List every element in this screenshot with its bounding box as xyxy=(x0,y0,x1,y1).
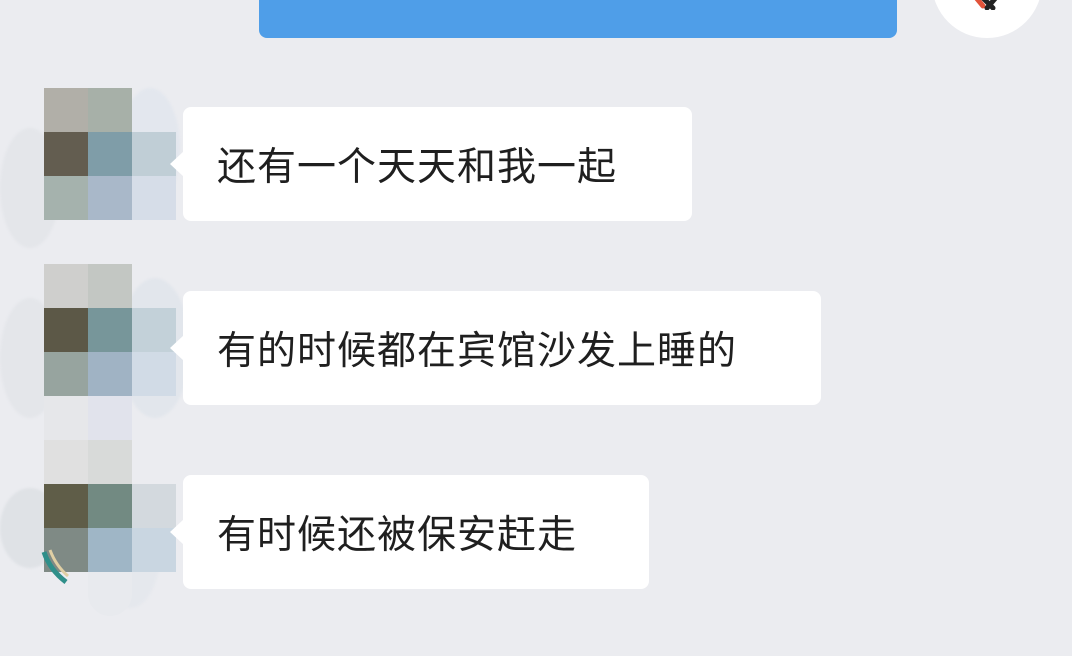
mosaic-tile xyxy=(88,176,132,220)
mosaic-tile xyxy=(88,308,132,352)
incoming-message-bubble[interactable]: 还有一个天天和我一起 xyxy=(170,107,692,221)
mosaic-tile xyxy=(44,264,88,308)
mosaic-tile xyxy=(44,440,88,484)
mosaic-tile xyxy=(132,176,176,220)
mosaic-tile xyxy=(88,528,132,572)
mosaic-tile xyxy=(44,396,88,440)
mosaic-tile xyxy=(88,132,132,176)
mosaic-tile xyxy=(88,484,132,528)
outgoing-message-bubble[interactable] xyxy=(259,0,897,38)
avatar-fragment-icon xyxy=(41,549,69,584)
mosaic-tile xyxy=(88,352,132,396)
mosaic-tile xyxy=(44,176,88,220)
mosaic-tile xyxy=(44,88,88,132)
mosaic-tile xyxy=(88,264,132,308)
message-text: 还有一个天天和我一起 xyxy=(217,145,618,190)
mosaic-tile xyxy=(44,132,88,176)
mosaic-tile xyxy=(44,308,88,352)
mosaic-tile xyxy=(88,396,132,440)
self-avatar[interactable] xyxy=(932,0,1042,38)
message-text: 有时候还被保安赶走 xyxy=(217,513,578,558)
mosaic-tile xyxy=(44,352,88,396)
avatar-glyph-icon xyxy=(974,0,998,10)
mosaic-tile xyxy=(88,88,132,132)
incoming-message-bubble[interactable]: 有时候还被保安赶走 xyxy=(170,475,649,589)
mosaic-tile xyxy=(88,572,132,616)
mosaic-tile xyxy=(88,440,132,484)
incoming-message-bubble[interactable]: 有的时候都在宾馆沙发上睡的 xyxy=(170,291,821,405)
message-text: 有的时候都在宾馆沙发上睡的 xyxy=(217,329,738,374)
mosaic-tile xyxy=(44,484,88,528)
